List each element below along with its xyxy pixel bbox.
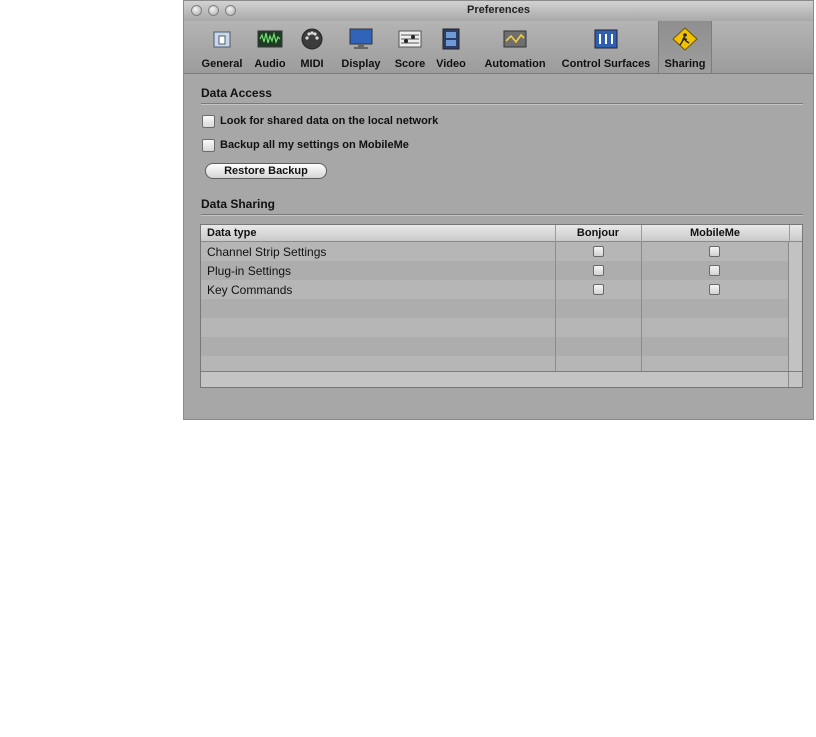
midi-icon bbox=[301, 28, 323, 50]
look-for-shared-checkbox[interactable] bbox=[202, 115, 215, 128]
backup-mobileme-checkbox[interactable] bbox=[202, 139, 215, 152]
tab-score-label: Score bbox=[394, 58, 426, 70]
row-data-type: Channel Strip Settings bbox=[207, 245, 327, 259]
table-row[interactable]: Channel Strip Settings bbox=[201, 242, 789, 261]
control-surfaces-icon bbox=[594, 29, 618, 49]
data-sharing-divider bbox=[201, 214, 803, 215]
preferences-window: Preferences General Audio MIDI Display S… bbox=[183, 0, 814, 420]
scrollbar-corner bbox=[788, 372, 802, 387]
title-bar: Preferences bbox=[184, 1, 813, 22]
tab-automation[interactable]: Automation bbox=[476, 21, 554, 73]
data-sharing-table: Data type Bonjour MobileMe Channel Strip… bbox=[200, 224, 803, 388]
mobileme-checkbox[interactable] bbox=[709, 246, 720, 257]
video-icon bbox=[442, 28, 460, 50]
row-data-type: Plug-in Settings bbox=[207, 264, 292, 278]
general-icon bbox=[213, 31, 231, 48]
look-for-shared-label: Look for shared data on the local networ… bbox=[220, 115, 439, 127]
column-divider bbox=[641, 242, 642, 372]
tab-audio[interactable]: Audio bbox=[250, 21, 290, 73]
tab-video[interactable]: Video bbox=[432, 21, 470, 73]
empty-row bbox=[201, 337, 789, 356]
score-icon bbox=[398, 30, 422, 48]
bonjour-checkbox[interactable] bbox=[593, 246, 604, 257]
data-access-divider bbox=[201, 103, 803, 104]
horizontal-scrollbar[interactable] bbox=[201, 371, 802, 387]
mobileme-checkbox[interactable] bbox=[709, 284, 720, 295]
backup-mobileme-label: Backup all my settings on MobileMe bbox=[220, 139, 409, 151]
tab-general-label: General bbox=[201, 58, 243, 70]
tab-sharing[interactable]: Sharing bbox=[658, 21, 712, 73]
column-divider bbox=[555, 242, 556, 372]
sharing-pane: Data Access Look for shared data on the … bbox=[184, 74, 813, 419]
table-row[interactable]: Key Commands bbox=[201, 280, 789, 299]
mobileme-checkbox[interactable] bbox=[709, 265, 720, 276]
sharing-icon bbox=[672, 27, 698, 51]
tab-general[interactable]: General bbox=[198, 21, 246, 73]
display-icon bbox=[349, 28, 373, 49]
column-header-data-type[interactable]: Data type bbox=[207, 227, 257, 239]
empty-row bbox=[201, 299, 789, 318]
tab-automation-label: Automation bbox=[484, 58, 546, 70]
column-header-mobileme[interactable]: MobileMe bbox=[641, 227, 789, 239]
automation-icon bbox=[503, 30, 527, 48]
tab-control-surfaces[interactable]: Control Surfaces bbox=[558, 21, 654, 73]
vertical-scrollbar[interactable] bbox=[788, 242, 802, 372]
audio-icon bbox=[257, 30, 283, 48]
restore-backup-button[interactable]: Restore Backup bbox=[205, 163, 327, 179]
tab-control-surfaces-label: Control Surfaces bbox=[561, 58, 651, 70]
window-title: Preferences bbox=[467, 4, 530, 16]
header-divider bbox=[789, 225, 790, 242]
preferences-toolbar: General Audio MIDI Display Score Video A… bbox=[184, 21, 813, 74]
table-row[interactable]: Plug-in Settings bbox=[201, 261, 789, 280]
empty-row bbox=[201, 356, 789, 372]
tab-midi-label: MIDI bbox=[300, 58, 324, 70]
tab-audio-label: Audio bbox=[254, 58, 286, 70]
data-sharing-heading: Data Sharing bbox=[201, 197, 276, 211]
tab-sharing-label: Sharing bbox=[664, 58, 706, 70]
column-header-bonjour[interactable]: Bonjour bbox=[555, 227, 641, 239]
data-access-heading: Data Access bbox=[201, 86, 272, 100]
table-header: Data type Bonjour MobileMe bbox=[201, 225, 802, 242]
row-data-type: Key Commands bbox=[207, 283, 293, 297]
tab-display-label: Display bbox=[341, 58, 381, 70]
bonjour-checkbox[interactable] bbox=[593, 284, 604, 295]
empty-row bbox=[201, 318, 789, 337]
tab-score[interactable]: Score bbox=[390, 21, 430, 73]
tab-display[interactable]: Display bbox=[336, 21, 386, 73]
tab-video-label: Video bbox=[436, 58, 466, 70]
bonjour-checkbox[interactable] bbox=[593, 265, 604, 276]
tab-midi[interactable]: MIDI bbox=[294, 21, 330, 73]
